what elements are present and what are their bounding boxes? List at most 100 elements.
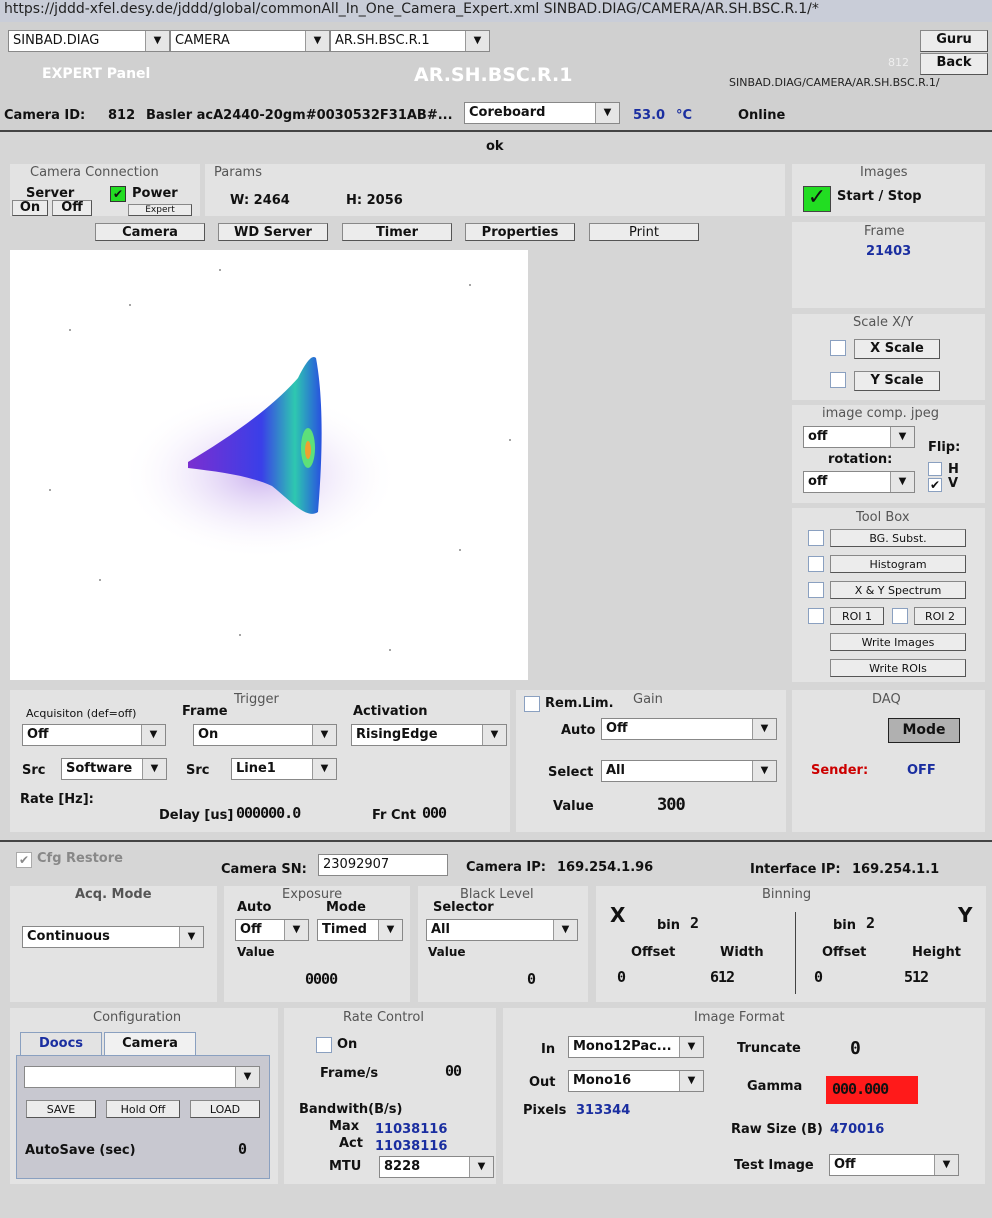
gain-select[interactable]: All ▼ (601, 760, 777, 782)
chevron-down-icon: ▼ (934, 1155, 958, 1175)
test-image-select[interactable]: Off ▼ (829, 1154, 959, 1176)
black-level-spinner[interactable]: 0 (527, 970, 536, 988)
spectrum-button[interactable]: X & Y Spectrum (830, 581, 966, 599)
y-scale-button[interactable]: Y Scale (854, 371, 940, 391)
fps-spinner[interactable]: 00 (445, 1062, 462, 1080)
source-label: Src (22, 763, 46, 778)
black-selector-select[interactable]: All ▼ (426, 919, 578, 941)
properties-tab-button[interactable]: Properties (465, 223, 575, 241)
offset-y-label: Offset (822, 945, 867, 960)
out-format-select[interactable]: Mono16 ▼ (568, 1070, 704, 1092)
truncate-spinner[interactable]: 0 (850, 1038, 861, 1059)
device-select[interactable]: AR.SH.BSC.R.1 ▼ (330, 30, 490, 52)
width-spinner[interactable]: 612 (710, 968, 735, 986)
facility-select[interactable]: SINBAD.DIAG ▼ (8, 30, 170, 52)
tab-camera[interactable]: Camera (104, 1032, 196, 1056)
x-scale-checkbox[interactable] (830, 340, 846, 356)
exposure-mode-select[interactable]: Timed ▼ (317, 919, 403, 941)
bin-x-spinner[interactable]: 2 (690, 914, 699, 932)
check-icon: ✔ (112, 187, 124, 201)
camera-sn-field[interactable]: 23092907 (318, 854, 448, 876)
chevron-down-icon: ▼ (312, 759, 336, 779)
activation-select[interactable]: RisingEdge ▼ (351, 724, 507, 746)
device-value: AR.SH.BSC.R.1 (335, 33, 430, 48)
roi1-checkbox[interactable] (808, 608, 824, 624)
guru-button[interactable]: Guru (920, 30, 988, 52)
spectrum-checkbox[interactable] (808, 582, 824, 598)
expert-button[interactable]: Expert (128, 204, 192, 216)
wd-server-tab-button[interactable]: WD Server (218, 223, 328, 241)
bg-subst-checkbox[interactable] (808, 530, 824, 546)
camera-id: 812 (108, 108, 136, 123)
roi2-checkbox[interactable] (892, 608, 908, 624)
mtu-select[interactable]: 8228 ▼ (379, 1156, 494, 1178)
flip-v-checkbox[interactable]: ✔ (928, 478, 942, 492)
autosave-spinner[interactable]: 0 (238, 1140, 247, 1158)
server-on-button[interactable]: On (12, 200, 48, 216)
config-file-select[interactable]: ▼ (24, 1066, 260, 1088)
in-format-select[interactable]: Mono12Pac... ▼ (568, 1036, 704, 1058)
pixels-label: Pixels (523, 1103, 567, 1118)
write-images-button[interactable]: Write Images (830, 633, 966, 651)
exposure-auto-select[interactable]: Off ▼ (235, 919, 309, 941)
flip-h-checkbox[interactable] (928, 462, 942, 476)
device-class-select[interactable]: CAMERA ▼ (170, 30, 330, 52)
gain-value-spinner[interactable]: 300 (657, 795, 686, 815)
exposure-spinner[interactable]: 0000 (305, 970, 338, 988)
gain-auto-select[interactable]: Off ▼ (601, 718, 777, 740)
camera-tab-button[interactable]: Camera (95, 223, 205, 241)
jpeg-compression-select[interactable]: off ▼ (803, 426, 915, 448)
bin-x-label: bin (657, 918, 681, 933)
source-select[interactable]: Software ▼ (61, 758, 167, 780)
offset-x-spinner[interactable]: 0 (617, 968, 626, 986)
daq-title: DAQ (872, 692, 901, 707)
chevron-down-icon: ▼ (235, 1067, 259, 1087)
rem-lim-checkbox[interactable] (524, 696, 540, 712)
offset-y-spinner[interactable]: 0 (814, 968, 823, 986)
back-button[interactable]: Back (920, 53, 988, 75)
histogram-checkbox[interactable] (808, 556, 824, 572)
chevron-down-icon: ▼ (890, 472, 914, 492)
server-off-button[interactable]: Off (52, 200, 92, 216)
timer-tab-button[interactable]: Timer (342, 223, 452, 241)
bg-subst-button[interactable]: BG. Subst. (830, 529, 966, 547)
frame-counter: 21403 (866, 244, 912, 259)
daq-mode-button[interactable]: Mode (888, 718, 960, 743)
frame-trigger-value: On (198, 727, 219, 742)
black-value-label: Value (428, 945, 466, 959)
width-label: Width (720, 945, 764, 960)
bin-y-spinner[interactable]: 2 (866, 914, 875, 932)
write-rois-button[interactable]: Write ROIs (830, 659, 966, 677)
delay-spinner[interactable]: 000000.0 (236, 804, 301, 822)
load-button[interactable]: LOAD (190, 1100, 260, 1118)
x-scale-button[interactable]: X Scale (854, 339, 940, 359)
out-format-value: Mono16 (573, 1073, 632, 1088)
activation-value: RisingEdge (356, 727, 438, 742)
power-checkbox[interactable]: ✔ (110, 186, 126, 202)
rotation-label: rotation: (828, 452, 893, 467)
frame-trigger-select[interactable]: On ▼ (193, 724, 337, 746)
height-spinner[interactable]: 512 (904, 968, 929, 986)
toolbox-title: Tool Box (856, 510, 910, 525)
rate-on-checkbox[interactable] (316, 1037, 332, 1053)
acquisition-select[interactable]: Off ▼ (22, 724, 166, 746)
frame-count-spinner[interactable]: 000 (422, 804, 447, 822)
rotation-select[interactable]: off ▼ (803, 471, 915, 493)
roi2-button[interactable]: ROI 2 (914, 607, 966, 625)
save-button[interactable]: SAVE (26, 1100, 96, 1118)
camera-image[interactable] (10, 250, 528, 680)
gamma-field[interactable]: 000.000 (826, 1076, 918, 1104)
acq-mode-select[interactable]: Continuous ▼ (22, 926, 204, 948)
histogram-button[interactable]: Histogram (830, 555, 966, 573)
start-stop-checkbox[interactable]: ✓ (803, 186, 831, 212)
rate-label: Rate [Hz]: (20, 792, 94, 807)
tab-doocs[interactable]: Doocs (20, 1032, 102, 1056)
cfg-restore-checkbox[interactable]: ✔ (16, 852, 32, 868)
delay-label: Delay [us] (159, 808, 234, 823)
sensor-select[interactable]: Coreboard ▼ (464, 102, 620, 124)
y-scale-checkbox[interactable] (830, 372, 846, 388)
hold-off-button[interactable]: Hold Off (106, 1100, 180, 1118)
print-button[interactable]: Print (589, 223, 699, 241)
line-select[interactable]: Line1 ▼ (231, 758, 337, 780)
roi1-button[interactable]: ROI 1 (830, 607, 884, 625)
